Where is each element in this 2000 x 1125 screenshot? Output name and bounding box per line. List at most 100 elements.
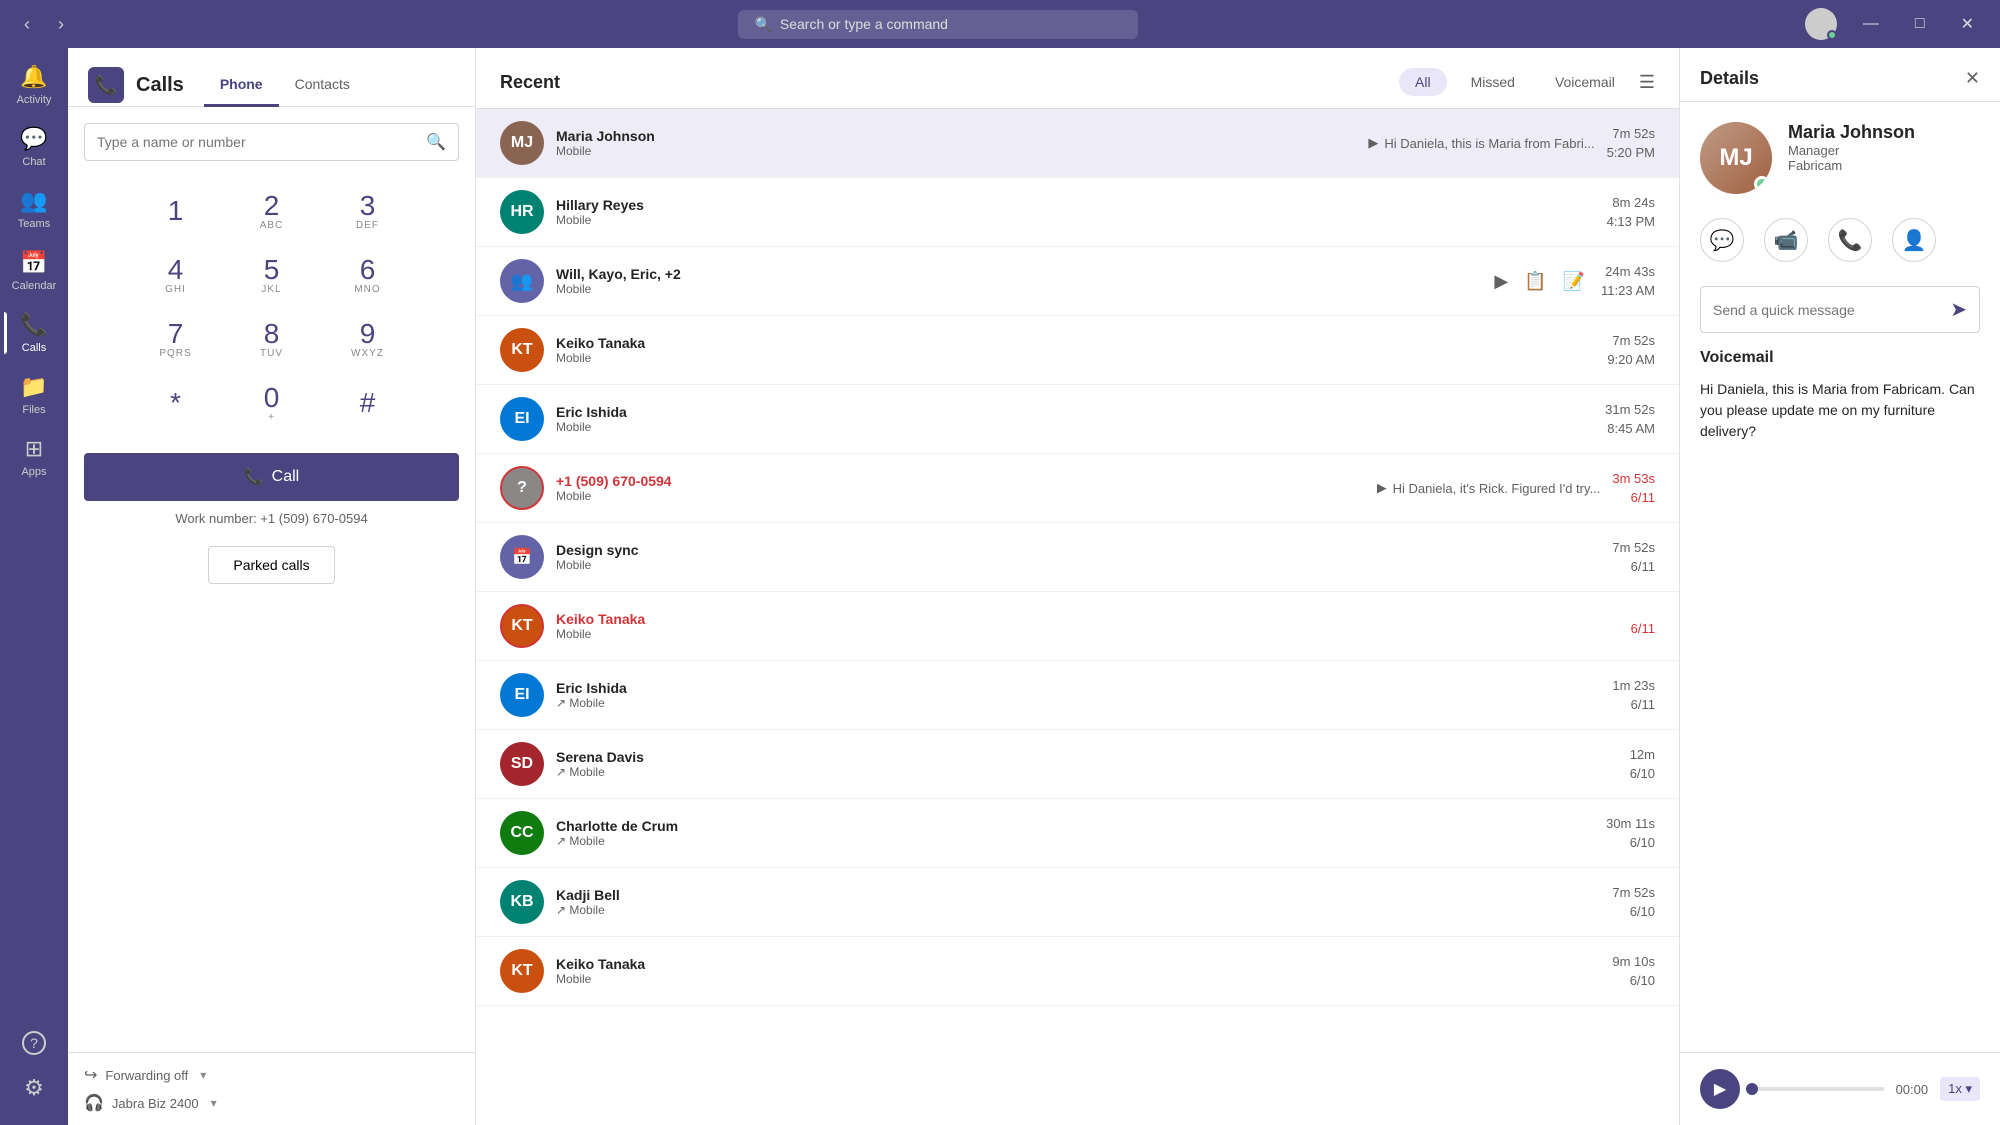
profile-action-button[interactable]: 👤 [1892, 218, 1936, 262]
details-actions: 💬 📹 📞 👤 [1700, 210, 1980, 270]
parked-calls-button[interactable]: Parked calls [208, 546, 334, 584]
dialpad-key-hash[interactable]: # [324, 373, 412, 433]
call-item[interactable]: SD Serena Davis ↗ Mobile 12m 6/10 [476, 730, 1679, 799]
user-avatar[interactable] [1805, 8, 1837, 40]
chat-action-button[interactable]: 💬 [1700, 218, 1744, 262]
call-info: Will, Kayo, Eric, +2 Mobile [556, 266, 1478, 296]
quick-message-box[interactable]: ➤ [1700, 286, 1980, 333]
nav-forward-button[interactable]: › [50, 10, 72, 39]
tab-contacts[interactable]: Contacts [279, 64, 366, 107]
call-item[interactable]: KT Keiko Tanaka Mobile 9m 10s 6/10 [476, 937, 1679, 1006]
dialpad-key-4[interactable]: 4GHI [132, 245, 220, 305]
call-info: Design sync Mobile [556, 542, 1072, 572]
call-phone-icon: 📞 [244, 467, 264, 487]
call-info: Kadji Bell ↗ Mobile [556, 887, 1072, 917]
speed-label: 1x [1948, 1081, 1962, 1096]
avatar: MJ [500, 121, 544, 165]
call-item[interactable]: EI Eric Ishida ↗ Mobile 1m 23s 6/11 [476, 661, 1679, 730]
call-type: ↗ Mobile [556, 765, 1081, 779]
filter-all-button[interactable]: All [1399, 68, 1447, 96]
call-action-button[interactable]: 📞 [1828, 218, 1872, 262]
details-company: Fabricam [1788, 158, 1915, 173]
avatar: KT [500, 328, 544, 372]
sidebar-item-settings[interactable]: ⚙ [4, 1067, 64, 1109]
filter-voicemail-button[interactable]: Voicemail [1539, 68, 1631, 96]
call-name: Serena Davis [556, 749, 1081, 765]
filter-missed-button[interactable]: Missed [1455, 68, 1531, 96]
play-button[interactable]: ▶ [1700, 1069, 1740, 1109]
nav-back-button[interactable]: ‹ [16, 10, 38, 39]
details-close-button[interactable]: ✕ [1965, 68, 1980, 89]
search-bar[interactable]: 🔍 Search or type a command [738, 10, 1138, 39]
sidebar-item-chat[interactable]: 💬 Chat [4, 118, 64, 176]
tab-phone[interactable]: Phone [204, 64, 279, 107]
send-button[interactable]: ➤ [1950, 297, 1967, 322]
call-type: Mobile [556, 351, 1070, 365]
sidebar-item-help[interactable]: ? [4, 1023, 64, 1063]
forwarding-status[interactable]: ↪ Forwarding off ▾ [84, 1065, 459, 1085]
call-button[interactable]: 📞 Call [84, 453, 459, 501]
call-meta: 7m 52s 9:20 AM [1607, 333, 1655, 367]
details-role: Manager [1788, 143, 1915, 158]
dialpad-key-3[interactable]: 3DEF [324, 181, 412, 241]
call-info: +1 (509) 670-0594 Mobile [556, 473, 1365, 503]
video-action-button[interactable]: 📹 [1764, 218, 1808, 262]
sidebar-item-teams[interactable]: 👥 Teams [4, 180, 64, 238]
details-body: MJ Maria Johnson Manager Fabricam 💬 📹 📞 … [1680, 102, 2000, 1052]
dialpad-key-1[interactable]: 1 [132, 181, 220, 241]
filter-menu-button[interactable]: ☰ [1639, 72, 1655, 93]
call-type: Mobile [556, 213, 1069, 227]
calls-footer: ↪ Forwarding off ▾ 🎧 Jabra Biz 2400 ▾ [68, 1052, 475, 1125]
call-meta: 7m 52s 5:20 PM [1607, 126, 1655, 160]
call-duration: 7m 52s [1612, 126, 1655, 141]
sidebar-item-calendar[interactable]: 📅 Calendar [4, 242, 64, 300]
sidebar-bottom: ? ⚙ [4, 1023, 64, 1117]
video-action-icon[interactable]: ▶ [1490, 267, 1512, 296]
sidebar-item-label: Calendar [12, 280, 57, 292]
notes-action-icon[interactable]: 📝 [1559, 267, 1589, 296]
sidebar-item-calls[interactable]: 📞 Calls [4, 304, 64, 362]
call-item[interactable]: KB Kadji Bell ↗ Mobile 7m 52s 6/10 [476, 868, 1679, 937]
minimize-button[interactable]: — [1853, 11, 1889, 37]
call-name: Will, Kayo, Eric, +2 [556, 266, 1478, 282]
dialpad-key-8[interactable]: 8TUV [228, 309, 316, 369]
call-item[interactable]: 📅 Design sync Mobile 7m 52s 6/11 [476, 523, 1679, 592]
call-name: Keiko Tanaka [556, 335, 1070, 351]
dialpad-key-0[interactable]: 0+ [228, 373, 316, 433]
device-status[interactable]: 🎧 Jabra Biz 2400 ▾ [84, 1093, 459, 1113]
call-item[interactable]: ? +1 (509) 670-0594 Mobile ▶ Hi Daniela,… [476, 454, 1679, 523]
call-item[interactable]: CC Charlotte de Crum ↗ Mobile 30m 11s 6/… [476, 799, 1679, 868]
search-input[interactable] [97, 134, 418, 150]
call-item[interactable]: EI Eric Ishida Mobile 31m 52s 8:45 AM [476, 385, 1679, 454]
search-box[interactable]: 🔍 [84, 123, 459, 161]
dialpad-key-6[interactable]: 6MNO [324, 245, 412, 305]
call-meta: 7m 52s 6/10 [1612, 885, 1655, 919]
dialpad-key-7[interactable]: 7PQRS [132, 309, 220, 369]
call-meta: 8m 24s 4:13 PM [1607, 195, 1655, 229]
call-name: Keiko Tanaka [556, 956, 1072, 972]
call-item[interactable]: MJ Maria Johnson Mobile ▶ Hi Daniela, th… [476, 109, 1679, 178]
speed-button[interactable]: 1x ▾ [1940, 1077, 1980, 1101]
progress-bar[interactable] [1752, 1087, 1884, 1091]
call-item[interactable]: KT Keiko Tanaka Mobile 7m 52s 9:20 AM [476, 316, 1679, 385]
sidebar-item-files[interactable]: 📁 Files [4, 366, 64, 424]
maximize-button[interactable]: □ [1905, 11, 1935, 37]
transcript-action-icon[interactable]: 📋 [1520, 267, 1550, 296]
dialpad-key-star[interactable]: * [132, 373, 220, 433]
dialpad-key-2[interactable]: 2ABC [228, 181, 316, 241]
call-time: 5:20 PM [1607, 145, 1655, 160]
dialpad-key-9[interactable]: 9WXYZ [324, 309, 412, 369]
sidebar-item-activity[interactable]: 🔔 Activity [4, 56, 64, 114]
call-duration: 9m 10s [1612, 954, 1655, 969]
quick-message-input[interactable] [1713, 302, 1942, 318]
call-item[interactable]: 👥 Will, Kayo, Eric, +2 Mobile ▶ 📋 📝 24m … [476, 247, 1679, 316]
call-item[interactable]: KT Keiko Tanaka Mobile 6/11 [476, 592, 1679, 661]
call-time: 6/10 [1630, 973, 1655, 988]
call-item[interactable]: HR Hillary Reyes Mobile 8m 24s 4:13 PM [476, 178, 1679, 247]
call-info: Serena Davis ↗ Mobile [556, 749, 1081, 779]
close-button[interactable]: ✕ [1951, 10, 1984, 38]
call-name: Eric Ishida [556, 680, 1072, 696]
online-indicator [1827, 30, 1837, 40]
sidebar-item-apps[interactable]: ⊞ Apps [4, 428, 64, 486]
dialpad-key-5[interactable]: 5JKL [228, 245, 316, 305]
